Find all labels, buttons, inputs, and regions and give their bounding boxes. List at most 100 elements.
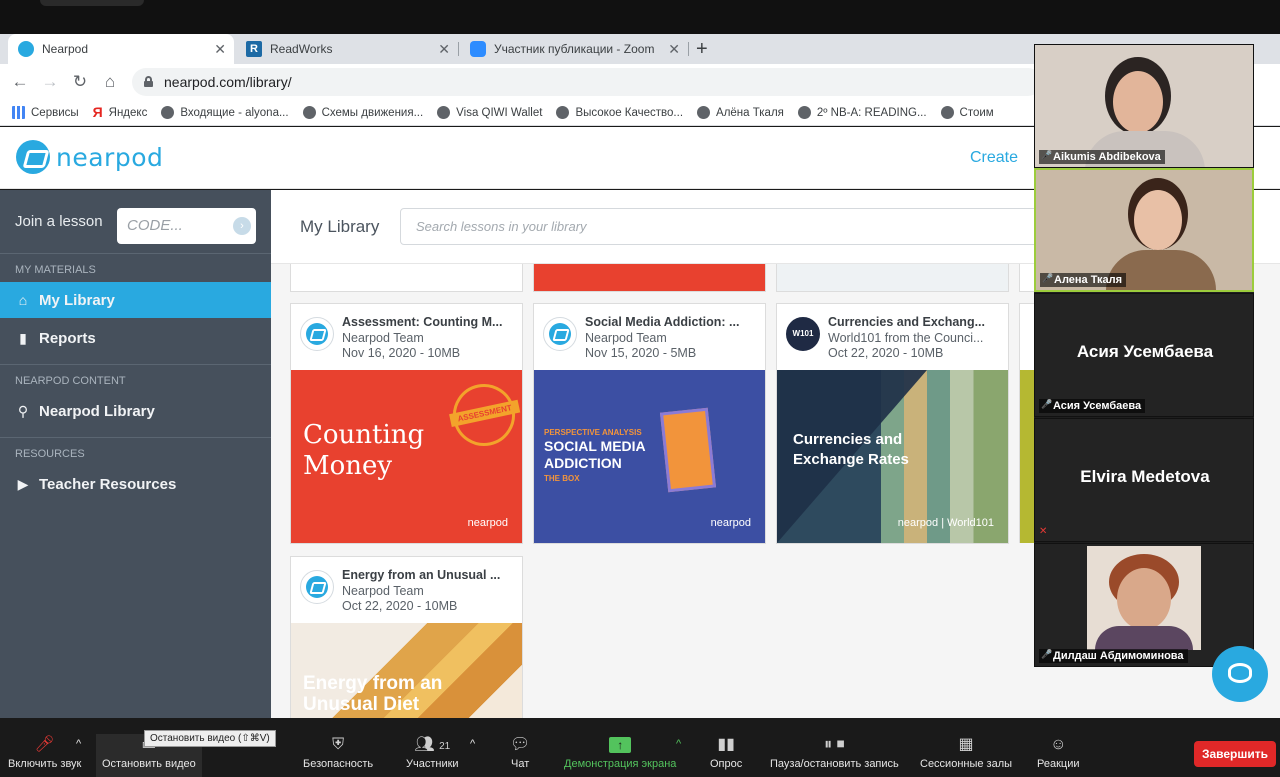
search-input[interactable]: Search lessons in your library — [400, 208, 1100, 245]
bookmark-quality[interactable]: Высокое Качество... — [556, 106, 683, 119]
cover-title: Currencies and Exchange Rates — [793, 431, 909, 468]
bookmark-label: Входящие - alyona... — [180, 106, 289, 119]
card-title: Social Media Addiction: ... — [585, 315, 740, 329]
tab-label: ReadWorks — [270, 42, 333, 56]
sidebar-item-label: My Library — [39, 291, 115, 309]
forward-arrow-icon[interactable]: → — [38, 70, 62, 94]
phone-illustration — [659, 407, 717, 493]
brand-label: nearpod — [467, 517, 508, 529]
new-tab-button[interactable]: + — [696, 34, 708, 64]
card-meta: Oct 22, 2020 - 10MB — [342, 599, 458, 613]
end-meeting-button[interactable]: Завершить — [1194, 741, 1276, 767]
card-meta: Nov 16, 2020 - 10MB — [342, 346, 461, 360]
lesson-card[interactable]: Social Media Addiction: ... Nearpod Team… — [533, 303, 766, 544]
bar-chart-icon: ▮ — [19, 329, 27, 346]
bookmark-yandex[interactable]: Я Яндекс — [93, 105, 148, 119]
bookmark-alena[interactable]: Алёна Ткаля — [697, 106, 784, 119]
sidebar-item-my-library[interactable]: ⌂ My Library — [0, 282, 271, 318]
video-tile[interactable]: Elvira Medetova ✕ — [1034, 418, 1254, 542]
create-button[interactable]: Create — [970, 149, 1018, 167]
audio-options-chevron-icon[interactable]: ^ — [76, 738, 81, 750]
bookmark-schemes[interactable]: Схемы движения... — [302, 106, 423, 119]
back-arrow-icon[interactable]: ← — [8, 70, 32, 94]
bookmark-qiwi[interactable]: Visa QIWI Wallet — [437, 106, 542, 119]
share-chevron-icon[interactable]: ^ — [676, 738, 681, 750]
bookmark-label: Visa QIWI Wallet — [456, 106, 543, 119]
video-tile[interactable]: Дилдаш Абдимоминова — [1034, 543, 1254, 667]
card-author: Nearpod Team — [342, 584, 424, 598]
lesson-card[interactable]: Energy from an Unusual ... Nearpod Team … — [290, 556, 523, 718]
readworks-favicon-icon: R — [246, 41, 262, 57]
globe-icon — [556, 106, 570, 119]
video-tile[interactable]: Асия Усембаева Асия Усембаева — [1034, 293, 1254, 417]
search-placeholder: Search lessons in your library — [416, 219, 587, 234]
lesson-card[interactable]: W101 Currencies and Exchang... World101 … — [776, 303, 1009, 544]
pause-stop-recording-button[interactable]: ⏸ ⏹ Пауза/остановить запись — [770, 734, 899, 770]
globe-icon — [161, 106, 175, 119]
bookmark-label: Стоим — [959, 106, 994, 119]
tab-zoom[interactable]: Участник публикации - Zoom ✕ — [460, 34, 689, 64]
bookmark-inbox[interactable]: Входящие - alyona... — [161, 106, 289, 119]
nearpod-logo[interactable]: nearpod — [16, 140, 163, 174]
chat-support-bubble[interactable] — [1212, 646, 1268, 702]
button-label: Включить звук — [8, 758, 82, 770]
lock-icon — [144, 76, 153, 87]
breakout-rooms-button[interactable]: ▦ Сессионные залы — [920, 734, 1012, 770]
sidebar-item-reports[interactable]: ▮ Reports — [0, 320, 271, 356]
unmute-button[interactable]: 🎤︎ Включить звук — [8, 734, 81, 770]
share-screen-button[interactable]: ↑ Демонстрация экрана — [564, 734, 676, 770]
bookmark-reading[interactable]: 2º NB-A: READING... — [797, 106, 927, 119]
card-cover: Currencies and Exchange Rates nearpod | … — [777, 370, 1008, 543]
tab-readworks[interactable]: R ReadWorks ✕ — [236, 34, 459, 64]
security-button[interactable]: ⛨ Безопасность — [303, 734, 373, 770]
bookmark-label: Яндекс — [108, 106, 148, 119]
bookmark-label: Высокое Качество... — [575, 106, 684, 119]
video-tile-active-speaker[interactable]: Алена Ткаля — [1034, 168, 1254, 292]
card-header: Energy from an Unusual ... Nearpod Team … — [291, 557, 522, 623]
sidebar: Join a lesson CODE... › MY MATERIALS ⌂ My… — [0, 190, 271, 718]
sidebar-item-teacher-resources[interactable]: ▶ Teacher Resources — [0, 466, 271, 502]
lesson-card-partial[interactable] — [290, 260, 523, 292]
globe-icon — [797, 106, 811, 119]
participants-chevron-icon[interactable]: ^ — [470, 738, 475, 750]
chat-button[interactable]: 💬︎ Чат — [510, 734, 530, 770]
card-meta: Oct 22, 2020 - 10MB — [828, 346, 944, 360]
bookmark-services[interactable]: Сервисы — [12, 106, 79, 119]
participants-button[interactable]: 👥︎ 21 Участники — [406, 734, 459, 770]
cover-subtitle: THE BOX — [544, 474, 580, 483]
code-input[interactable]: CODE... › — [117, 208, 256, 244]
close-icon[interactable]: ✕ — [438, 41, 450, 58]
card-author: Nearpod Team — [585, 331, 667, 345]
globe-icon — [940, 106, 954, 119]
reactions-button[interactable]: ☺ Реакции — [1037, 734, 1080, 770]
card-cover: Counting Money ASSESSMENT nearpod — [291, 370, 522, 543]
lesson-card-partial[interactable] — [533, 260, 766, 292]
bookmark-cost[interactable]: Стоим — [940, 106, 994, 119]
home-icon[interactable]: ⌂ — [98, 70, 122, 94]
poll-button[interactable]: ▮▮ Опрос — [710, 734, 742, 770]
nearpod-logo-icon — [16, 140, 50, 174]
arrow-right-icon[interactable]: › — [233, 217, 251, 235]
world101-avatar: W101 — [786, 317, 820, 351]
close-icon[interactable]: ✕ — [214, 41, 226, 58]
sidebar-item-label: Teacher Resources — [39, 475, 177, 493]
button-label: Демонстрация экрана — [564, 758, 677, 770]
zoom-participant-gallery: Aikumis Abdibekova Алена Ткаля Асия Усем… — [1034, 44, 1254, 667]
nearpod-logo-icon — [549, 323, 571, 345]
address-bar[interactable]: nearpod.com/library/ — [132, 68, 1042, 96]
sidebar-item-nearpod-library[interactable]: ⚲ Nearpod Library — [0, 393, 271, 429]
participant-face — [1134, 190, 1182, 250]
participant-face — [1117, 568, 1171, 630]
nearpod-favicon-icon — [18, 41, 34, 57]
video-tile[interactable]: Aikumis Abdibekova — [1034, 44, 1254, 168]
card-header: W101 Currencies and Exchang... World101 … — [777, 304, 1008, 370]
tab-nearpod[interactable]: Nearpod ✕ — [8, 34, 234, 64]
zoom-favicon-icon — [470, 41, 486, 57]
button-label: Чат — [511, 758, 530, 770]
assessment-badge: ASSESSMENT — [447, 378, 521, 452]
close-icon[interactable]: ✕ — [668, 41, 680, 58]
lesson-card-partial[interactable] — [776, 260, 1009, 292]
lesson-card[interactable]: Assessment: Counting M... Nearpod Team N… — [290, 303, 523, 544]
join-lesson-row: Join a lesson CODE... › — [0, 190, 271, 254]
reload-icon[interactable]: ↻ — [68, 70, 92, 94]
